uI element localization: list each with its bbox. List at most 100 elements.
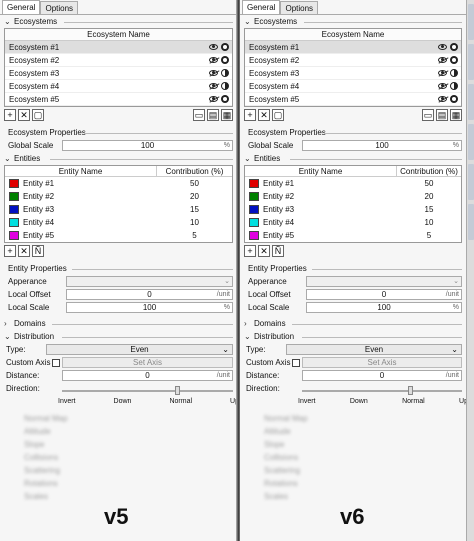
side-tab[interactable] — [468, 204, 474, 240]
grid-icon[interactable]: ▦ — [450, 109, 462, 121]
contribution-value[interactable]: 20 — [397, 190, 461, 203]
table-row[interactable]: Entity #1 50 — [245, 177, 461, 190]
color-swatch[interactable] — [249, 205, 259, 214]
eye-hidden-icon[interactable] — [209, 70, 218, 76]
contribution-value[interactable]: 15 — [397, 203, 461, 216]
ecosystems-header[interactable]: ⌄ Ecosystems — [0, 15, 237, 28]
list-item[interactable]: Ecosystem #4 — [5, 80, 232, 93]
color-swatch[interactable] — [249, 218, 259, 227]
local-offset-field[interactable]: 0/unit — [66, 289, 233, 300]
duplicate-icon[interactable]: ▢ — [32, 109, 44, 121]
remove-icon[interactable]: ✕ — [18, 245, 30, 257]
appearance-select[interactable]: ⌄ — [306, 276, 462, 287]
contribution-value[interactable]: 10 — [157, 216, 232, 229]
slider-thumb[interactable] — [174, 386, 180, 395]
table-row[interactable]: Entity #1 50 — [5, 177, 232, 190]
add-icon[interactable]: + — [244, 245, 256, 257]
entities-header[interactable]: ⌄ Entities — [240, 152, 466, 165]
table-row[interactable]: Entity #3 15 — [5, 203, 232, 216]
side-tab[interactable] — [468, 4, 474, 40]
list-item[interactable]: Ecosystem #1 — [5, 41, 232, 54]
tab-options[interactable]: Options — [40, 1, 79, 14]
gear-icon[interactable] — [450, 56, 458, 64]
remove-icon[interactable]: ✕ — [258, 245, 270, 257]
add-icon[interactable]: + — [4, 245, 16, 257]
contribution-value[interactable]: 50 — [397, 177, 461, 190]
list-item[interactable]: Ecosystem #3 — [245, 67, 461, 80]
gear-icon[interactable] — [221, 56, 229, 64]
direction-slider[interactable]: InvertDownNormalUp — [244, 386, 466, 406]
contribution-value[interactable]: 50 — [157, 177, 232, 190]
list-item[interactable]: Ecosystem #5 — [5, 93, 232, 106]
set-axis-button[interactable]: Set Axis — [62, 357, 233, 368]
table-row[interactable]: Entity #4 10 — [5, 216, 232, 229]
rename-icon[interactable]: Ñ — [272, 245, 284, 257]
side-tab[interactable] — [468, 124, 474, 160]
add-icon[interactable]: + — [4, 109, 16, 121]
appearance-select[interactable]: ⌄ — [66, 276, 233, 287]
table-row[interactable]: Entity #5 5 — [5, 229, 232, 242]
list-item[interactable]: Ecosystem #3 — [5, 67, 232, 80]
color-swatch[interactable] — [9, 231, 19, 240]
tab-general[interactable]: General — [242, 0, 281, 14]
save-icon[interactable]: ▤ — [436, 109, 448, 121]
save-icon[interactable]: ▤ — [207, 109, 219, 121]
eye-hidden-icon[interactable] — [438, 57, 447, 63]
table-row[interactable]: Entity #2 20 — [5, 190, 232, 203]
global-scale-field[interactable]: 100% — [62, 140, 233, 151]
global-scale-field[interactable]: 100% — [302, 140, 462, 151]
table-row[interactable]: Entity #4 10 — [245, 216, 461, 229]
eye-icon[interactable] — [438, 44, 447, 50]
distance-field[interactable]: 0/unit — [302, 370, 462, 381]
half-circle-icon[interactable] — [450, 82, 458, 90]
grid-icon[interactable]: ▦ — [221, 109, 233, 121]
gear-icon[interactable] — [221, 43, 229, 51]
color-swatch[interactable] — [9, 179, 19, 188]
distance-field[interactable]: 0/unit — [62, 370, 233, 381]
rename-icon[interactable]: Ñ — [32, 245, 44, 257]
tab-general[interactable]: General — [2, 0, 41, 14]
folder-icon[interactable]: ▭ — [193, 109, 205, 121]
table-row[interactable]: Entity #5 5 — [245, 229, 461, 242]
custom-axis-checkbox[interactable] — [52, 358, 61, 367]
contribution-value[interactable]: 10 — [397, 216, 461, 229]
half-circle-icon[interactable] — [221, 69, 229, 77]
contribution-value[interactable]: 20 — [157, 190, 232, 203]
color-swatch[interactable] — [249, 231, 259, 240]
slider-thumb[interactable] — [407, 386, 413, 395]
eye-hidden-icon[interactable] — [438, 70, 447, 76]
color-swatch[interactable] — [9, 205, 19, 214]
list-item[interactable]: Ecosystem #2 — [245, 54, 461, 67]
distribution-header[interactable]: ⌄ Distribution — [0, 330, 237, 343]
type-select[interactable]: Even ⌄ — [286, 344, 462, 355]
contribution-value[interactable]: 5 — [397, 229, 461, 242]
type-select[interactable]: Even ⌄ — [46, 344, 233, 355]
remove-icon[interactable]: ✕ — [258, 109, 270, 121]
local-scale-field[interactable]: 100% — [66, 302, 233, 313]
list-item[interactable]: Ecosystem #1 — [245, 41, 461, 54]
distribution-header[interactable]: ⌄ Distribution — [240, 330, 466, 343]
color-swatch[interactable] — [249, 192, 259, 201]
half-circle-icon[interactable] — [221, 82, 229, 90]
tab-options[interactable]: Options — [280, 1, 319, 14]
direction-slider[interactable]: InvertDownNormalUp — [4, 386, 237, 406]
color-swatch[interactable] — [249, 179, 259, 188]
set-axis-button[interactable]: Set Axis — [302, 357, 462, 368]
custom-axis-checkbox[interactable] — [292, 358, 301, 367]
local-offset-field[interactable]: 0/unit — [306, 289, 462, 300]
eye-hidden-icon[interactable] — [209, 96, 218, 102]
add-icon[interactable]: + — [244, 109, 256, 121]
half-circle-icon[interactable] — [450, 69, 458, 77]
gear-icon[interactable] — [450, 95, 458, 103]
color-swatch[interactable] — [9, 192, 19, 201]
list-item[interactable]: Ecosystem #5 — [245, 93, 461, 106]
domains-header[interactable]: › Domains — [240, 317, 466, 330]
local-scale-field[interactable]: 100% — [306, 302, 462, 313]
folder-icon[interactable]: ▭ — [422, 109, 434, 121]
table-row[interactable]: Entity #2 20 — [245, 190, 461, 203]
contribution-value[interactable]: 5 — [157, 229, 232, 242]
color-swatch[interactable] — [9, 218, 19, 227]
eye-icon[interactable] — [209, 44, 218, 50]
entities-header[interactable]: ⌄ Entities — [0, 152, 237, 165]
gear-icon[interactable] — [221, 95, 229, 103]
